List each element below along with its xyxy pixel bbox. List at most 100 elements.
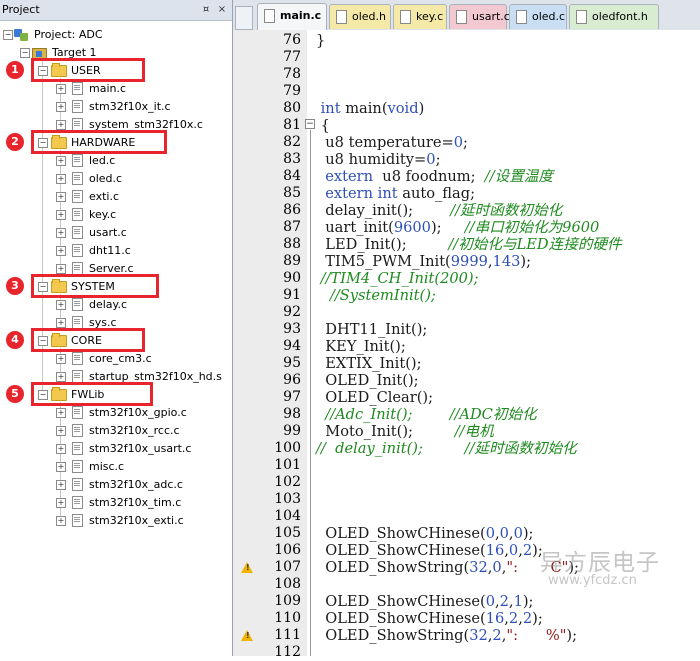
tab-key-c[interactable]: key.c bbox=[393, 4, 447, 29]
expand-toggle-icon[interactable]: + bbox=[56, 228, 66, 238]
code-line[interactable]: OLED_Clear(); bbox=[316, 389, 433, 406]
code-token: //初始化与LED连接的硬件 bbox=[448, 236, 622, 253]
code-token: extern bbox=[325, 185, 374, 202]
tree-file[interactable]: + delay.c bbox=[0, 296, 232, 314]
code-line[interactable]: int main(void) bbox=[316, 100, 425, 117]
code-line[interactable]: OLED_ShowCHinese(16,2,2); bbox=[316, 610, 543, 627]
file-icon bbox=[72, 172, 83, 185]
code-token: auto_flag; bbox=[397, 185, 475, 202]
line-number: 96 bbox=[283, 372, 301, 388]
tree-file[interactable]: + stm32f10x_adc.c bbox=[0, 476, 232, 494]
tree-file-label: stm32f10x_tim.c bbox=[89, 496, 182, 509]
code-token: //延时函数初始化 bbox=[450, 202, 563, 219]
code-line[interactable]: uart_init(9600); //串口初始化为9600 bbox=[316, 219, 599, 236]
project-panel: Project ¤ × − Project: ADC − Target 1− USER +… bbox=[0, 0, 233, 656]
expand-toggle-icon[interactable]: + bbox=[56, 318, 66, 328]
code-line[interactable]: u8 temperature=0; bbox=[316, 134, 468, 151]
tree-file[interactable]: + main.c bbox=[0, 80, 232, 98]
code-line[interactable]: extern u8 foodnum; //设置温度 bbox=[316, 168, 553, 185]
tree-file[interactable]: + stm32f10x_usart.c bbox=[0, 440, 232, 458]
tree-file[interactable]: + exti.c bbox=[0, 188, 232, 206]
expand-toggle-icon[interactable]: + bbox=[56, 480, 66, 490]
line-number: 85 bbox=[283, 185, 301, 201]
tree-file-label: usart.c bbox=[89, 226, 127, 239]
tree-file[interactable]: + key.c bbox=[0, 206, 232, 224]
warning-icon[interactable]: ! bbox=[241, 562, 253, 573]
expand-toggle-icon[interactable]: + bbox=[56, 354, 66, 364]
code-line[interactable]: // delay_init(); //延时函数初始化 bbox=[316, 440, 577, 457]
tree-file[interactable]: + stm32f10x_rcc.c bbox=[0, 422, 232, 440]
code-line[interactable]: OLED_Init(); bbox=[316, 372, 418, 389]
tree-file[interactable]: + misc.c bbox=[0, 458, 232, 476]
code-line[interactable]: LED_Init(); //初始化与LED连接的硬件 bbox=[316, 236, 622, 253]
tree-file[interactable]: + stm32f10x_it.c bbox=[0, 98, 232, 116]
tree-file-label: stm32f10x_adc.c bbox=[89, 478, 183, 491]
expand-toggle-icon[interactable]: − bbox=[3, 30, 13, 40]
code-line[interactable]: OLED_ShowCHinese(0,0,0); bbox=[316, 525, 533, 542]
expand-toggle-icon[interactable]: + bbox=[56, 264, 66, 274]
code-line[interactable]: OLED_ShowCHinese(0,2,1); bbox=[316, 593, 533, 610]
code-line[interactable]: EXTIX_Init(); bbox=[316, 355, 421, 372]
tree-file[interactable]: + dht11.c bbox=[0, 242, 232, 260]
code-line[interactable]: OLED_ShowCHinese(16,0,2); bbox=[316, 542, 543, 559]
tree-file[interactable]: + core_cm3.c bbox=[0, 350, 232, 368]
expand-toggle-icon[interactable]: + bbox=[56, 210, 66, 220]
warning-icon[interactable]: ! bbox=[241, 630, 253, 641]
code-line[interactable]: { bbox=[316, 117, 330, 134]
expand-toggle-icon[interactable]: + bbox=[56, 426, 66, 436]
code-line[interactable]: delay_init(); //延时函数初始化 bbox=[316, 202, 562, 219]
code-line[interactable]: //TIM4_CH_Init(200); bbox=[316, 270, 479, 287]
tab-usart-c[interactable]: usart.c bbox=[449, 4, 510, 29]
expand-toggle-icon[interactable]: + bbox=[56, 120, 66, 130]
expand-toggle-icon[interactable]: + bbox=[56, 156, 66, 166]
expand-toggle-icon[interactable]: + bbox=[56, 462, 66, 472]
tab-oled-c[interactable]: oled.c bbox=[509, 4, 567, 29]
close-icon[interactable]: × bbox=[216, 3, 228, 16]
tab-main-c[interactable]: main.c bbox=[257, 3, 327, 30]
code-line[interactable]: extern int auto_flag; bbox=[316, 185, 475, 202]
expand-toggle-icon[interactable]: + bbox=[56, 84, 66, 94]
tree-file-label: exti.c bbox=[89, 190, 119, 203]
file-icon bbox=[336, 10, 347, 24]
code-line[interactable]: DHT11_Init(); bbox=[316, 321, 427, 338]
expand-toggle-icon[interactable]: + bbox=[56, 192, 66, 202]
code-line[interactable]: TIM5_PWM_Init(9999,143); bbox=[316, 253, 531, 270]
code-token: //串口初始化为9600 bbox=[464, 219, 600, 236]
expand-toggle-icon[interactable]: − bbox=[20, 48, 30, 58]
file-icon bbox=[72, 424, 83, 437]
tree-file[interactable]: + stm32f10x_tim.c bbox=[0, 494, 232, 512]
code-line[interactable]: u8 humidity=0; bbox=[316, 151, 440, 168]
code-line[interactable]: Moto_Init(); //电机 bbox=[316, 423, 493, 440]
expand-toggle-icon[interactable]: + bbox=[56, 102, 66, 112]
expand-toggle-icon[interactable]: + bbox=[56, 246, 66, 256]
code-token: delay_init(); bbox=[316, 202, 451, 219]
tree-file[interactable]: + led.c bbox=[0, 152, 232, 170]
tree-project-root[interactable]: − Project: ADC bbox=[0, 26, 232, 44]
code-token: OLED_ShowCHinese( bbox=[316, 610, 486, 627]
expand-toggle-icon[interactable]: + bbox=[56, 372, 66, 382]
expand-toggle-icon[interactable]: + bbox=[56, 408, 66, 418]
tab-scroll-button[interactable] bbox=[235, 6, 253, 30]
expand-toggle-icon[interactable]: + bbox=[56, 498, 66, 508]
tree-file[interactable]: + usart.c bbox=[0, 224, 232, 242]
expand-toggle-icon[interactable]: + bbox=[56, 516, 66, 526]
tab-oled-h[interactable]: oled.h bbox=[329, 4, 391, 29]
file-icon bbox=[72, 82, 83, 95]
tree-file[interactable]: + stm32f10x_gpio.c bbox=[0, 404, 232, 422]
tree-file[interactable]: + stm32f10x_exti.c bbox=[0, 512, 232, 530]
fold-collapse-icon[interactable]: − bbox=[305, 119, 315, 129]
pin-icon[interactable]: ¤ bbox=[200, 3, 212, 16]
expand-toggle-icon[interactable]: + bbox=[56, 444, 66, 454]
code-token: extern bbox=[325, 168, 374, 185]
code-line[interactable]: } bbox=[316, 32, 325, 49]
expand-toggle-icon[interactable]: + bbox=[56, 174, 66, 184]
code-token: 0 bbox=[453, 134, 463, 151]
code-line[interactable]: KEY_Init(); bbox=[316, 338, 406, 355]
expand-toggle-icon[interactable]: + bbox=[56, 300, 66, 310]
tab-oledfont-h[interactable]: oledfont.h bbox=[569, 4, 659, 29]
code-line[interactable]: //SystemInit(); bbox=[316, 287, 436, 304]
code-line[interactable]: OLED_ShowString(32,2,": %"); bbox=[316, 627, 577, 644]
tree-file[interactable]: + oled.c bbox=[0, 170, 232, 188]
code-line[interactable]: //Adc_Init(); //ADC初始化 bbox=[316, 406, 536, 423]
